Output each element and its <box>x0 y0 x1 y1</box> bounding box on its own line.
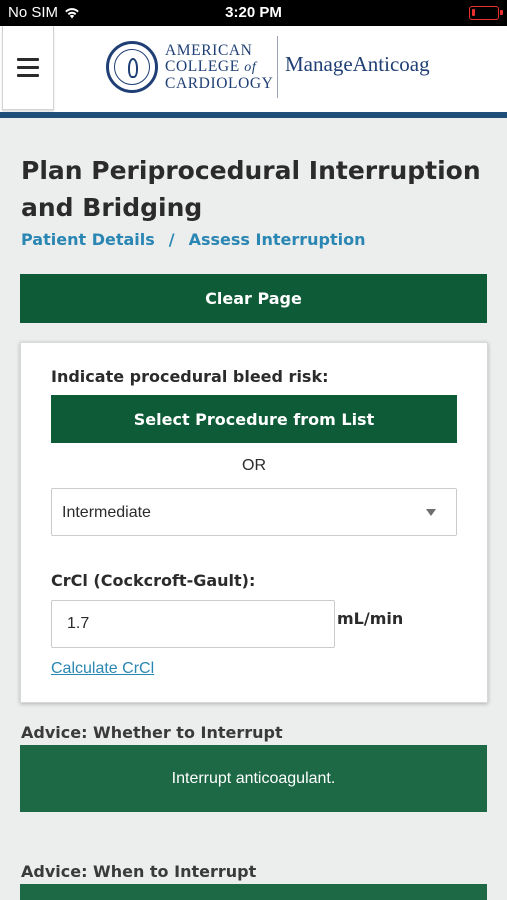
acc-logo-text: AMERICAN COLLEGE of CARDIOLOGY <box>165 43 273 92</box>
brand-name: ManageAnticoag <box>285 52 430 76</box>
menu-bar <box>17 74 39 77</box>
acc-seal-logo <box>106 41 158 93</box>
header-rule <box>0 112 507 118</box>
menu-bar <box>17 66 39 69</box>
advice-when-label: Advice: When to Interrupt <box>21 862 257 881</box>
calculate-crcl-link[interactable]: Calculate CrCl <box>51 660 154 678</box>
crcl-unit: mL/min <box>337 609 404 628</box>
battery-level <box>472 9 475 16</box>
seal-ring <box>114 49 150 85</box>
crcl-label: CrCl (Cockcroft-Gault): <box>51 571 256 590</box>
chevron-down-icon <box>426 509 436 516</box>
logo-line-1: AMERICAN <box>165 42 253 59</box>
breadcrumb-assess-interruption[interactable]: Assess Interruption <box>189 230 366 249</box>
status-bar: No SIM 3:20 PM <box>0 0 507 26</box>
crcl-input[interactable] <box>51 600 335 648</box>
breadcrumb: Patient Details / Assess Interruption <box>21 230 366 249</box>
bleed-risk-label: Indicate procedural bleed risk: <box>51 367 329 386</box>
seal-heart-mark <box>128 58 138 78</box>
or-separator: OR <box>242 457 266 474</box>
page-title: Plan Periprocedural Interruption and Bri… <box>21 156 481 222</box>
logo-divider <box>277 36 278 98</box>
advice-whether-label: Advice: Whether to Interrupt <box>21 723 283 742</box>
battery-icon <box>469 6 503 20</box>
advice-when-box <box>20 884 487 900</box>
menu-bar <box>17 58 39 61</box>
status-time: 3:20 PM <box>225 4 282 21</box>
app-header: AMERICAN COLLEGE of CARDIOLOGY ManageAnt… <box>0 26 507 112</box>
bleed-risk-select-value: Intermediate <box>62 504 151 521</box>
bleed-risk-select[interactable]: Intermediate <box>51 488 457 536</box>
breadcrumb-patient-details[interactable]: Patient Details <box>21 230 155 249</box>
logo-line-2: COLLEGE of <box>165 58 257 76</box>
breadcrumb-separator: / <box>168 230 175 249</box>
clear-page-button[interactable]: Clear Page <box>20 274 487 323</box>
advice-whether-box: Interrupt anticoagulant. <box>20 745 487 812</box>
hamburger-menu-icon[interactable] <box>2 26 54 110</box>
select-procedure-button[interactable]: Select Procedure from List <box>51 395 457 443</box>
logo-line-3: CARDIOLOGY <box>165 75 274 92</box>
